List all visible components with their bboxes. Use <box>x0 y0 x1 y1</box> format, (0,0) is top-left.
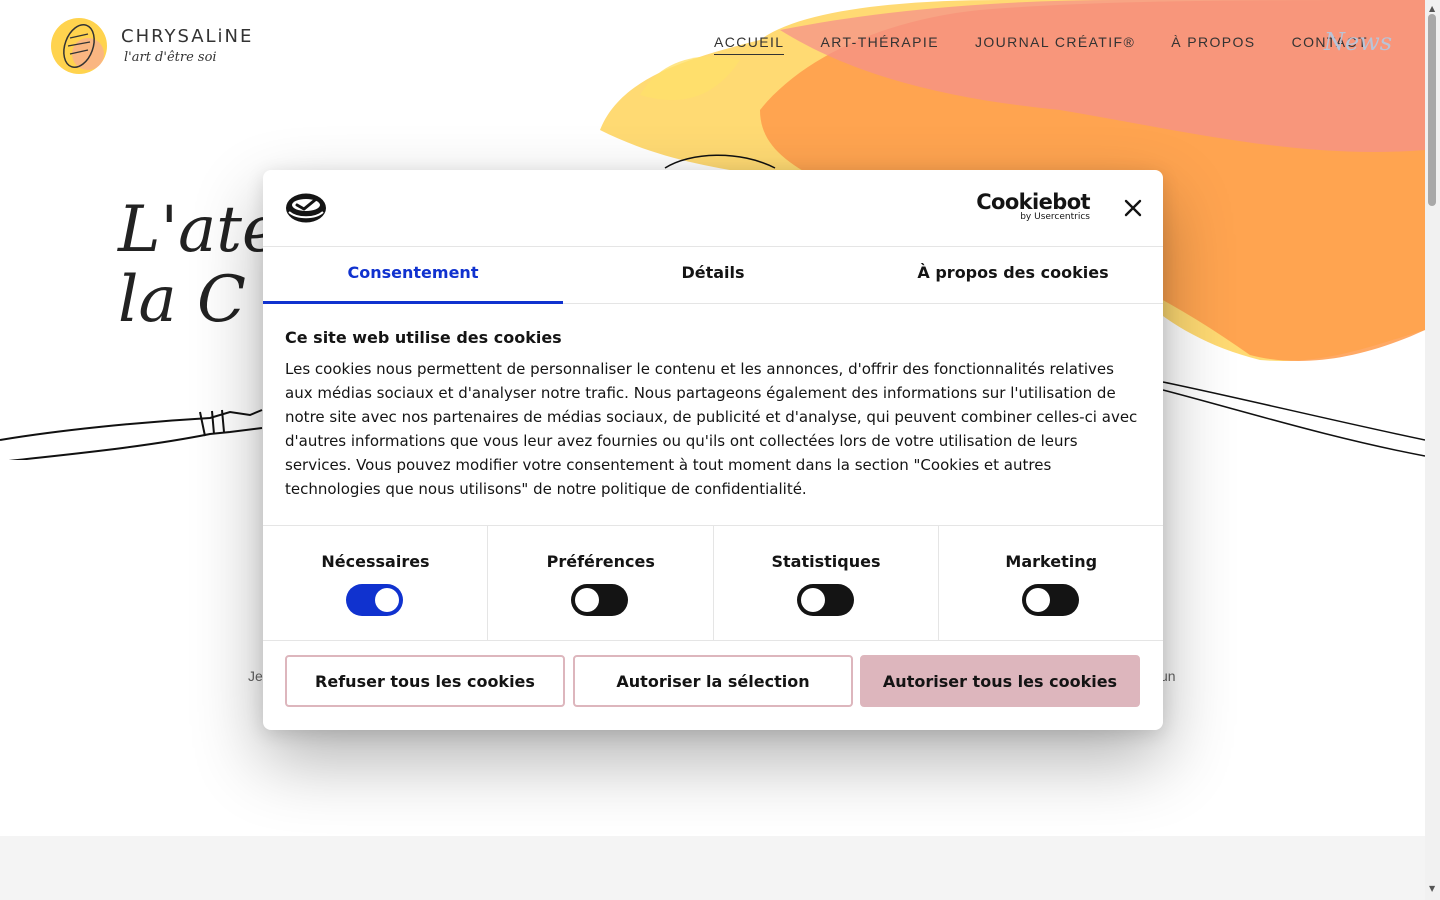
nav-item-journal-creatif[interactable]: JOURNAL CRÉATIF® <box>975 34 1135 55</box>
site-logo[interactable]: CHRYSALiNE l'art d'être soi <box>46 12 266 78</box>
category-preferences: Préférences <box>488 526 714 640</box>
statistiques-toggle[interactable] <box>796 584 854 616</box>
dialog-description: Les cookies nous permettent de personnal… <box>285 360 1138 498</box>
category-necessaires: Nécessaires <box>263 526 489 640</box>
category-label: Préférences <box>546 552 655 571</box>
nav-item-art-therapie[interactable]: ART-THÉRAPIE <box>820 34 938 55</box>
cookiebot-brand-sub: by Usercentrics <box>1020 212 1090 222</box>
allow-selection-button[interactable]: Autoriser la sélection <box>573 655 853 707</box>
tab-details[interactable]: Détails <box>563 247 863 303</box>
category-label: Marketing <box>1005 552 1098 571</box>
close-icon[interactable] <box>1121 196 1145 220</box>
toggle-knob <box>575 588 600 612</box>
grey-section <box>0 836 1425 900</box>
site-header: CHRYSALiNE l'art d'être soi ACCUEIL ART-… <box>0 0 1425 90</box>
consent-categories: Nécessaires Préférences Statistiques Mar… <box>263 525 1163 641</box>
page-scrollbar[interactable]: ▲ ▼ <box>1425 0 1440 900</box>
cookiebot-brand-name: Cookiebot <box>976 190 1090 214</box>
tab-consentement[interactable]: Consentement <box>263 247 563 304</box>
dialog-tabs: Consentement Détails À propos des cookie… <box>263 247 1163 304</box>
nav-item-accueil[interactable]: ACCUEIL <box>714 34 785 55</box>
category-marketing: Marketing <box>939 526 1163 640</box>
preferences-toggle[interactable] <box>571 584 629 616</box>
necessaires-toggle[interactable] <box>346 584 403 616</box>
category-statistiques: Statistiques <box>714 526 939 640</box>
dialog-body: Ce site web utilise des cookies Les cook… <box>285 328 1141 501</box>
logo-name: CHRYSALiNE <box>121 26 254 47</box>
cookiebot-brand[interactable]: Cookiebot by Usercentrics <box>976 190 1090 226</box>
tab-about-cookies[interactable]: À propos des cookies <box>863 247 1163 303</box>
scroll-down-arrow-icon[interactable]: ▼ <box>1429 884 1435 893</box>
category-label: Nécessaires <box>321 552 430 571</box>
allow-all-button[interactable]: Autoriser tous les cookies <box>860 655 1140 707</box>
cookiebot-logo-icon <box>286 193 326 223</box>
nav-item-a-propos[interactable]: À PROPOS <box>1171 34 1255 55</box>
dialog-title: Ce site web utilise des cookies <box>285 328 562 347</box>
toggle-knob <box>1025 588 1050 612</box>
marketing-toggle[interactable] <box>1021 584 1079 616</box>
hero-text-fragment-left: Je <box>248 668 263 684</box>
logo-tagline: l'art d'être soi <box>124 50 217 65</box>
scrollbar-thumb[interactable] <box>1428 14 1436 206</box>
main-nav: ACCUEIL ART-THÉRAPIE JOURNAL CRÉATIF® À … <box>714 34 1404 55</box>
nav-item-news[interactable]: News <box>1324 28 1392 56</box>
chrysalis-logo-icon <box>51 18 107 74</box>
deny-all-button[interactable]: Refuser tous les cookies <box>285 655 565 707</box>
dialog-actions: Refuser tous les cookies Autoriser la sé… <box>285 655 1141 707</box>
toggle-knob <box>800 588 825 612</box>
scroll-up-arrow-icon[interactable]: ▲ <box>1429 4 1435 13</box>
dialog-header: Cookiebot by Usercentrics <box>263 170 1163 247</box>
category-label: Statistiques <box>771 552 881 571</box>
toggle-knob <box>375 588 399 612</box>
cookie-consent-dialog: Cookiebot by Usercentrics Consentement D… <box>263 170 1163 730</box>
